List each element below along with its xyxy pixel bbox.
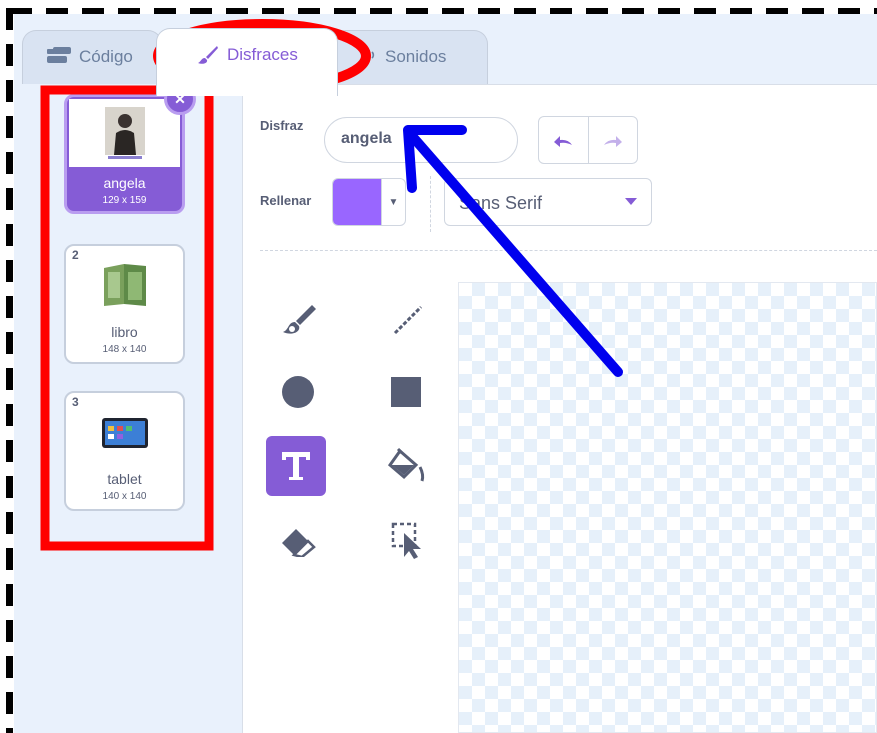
costume-name: tablet (107, 471, 142, 487)
costume-size: 148 x 140 (102, 344, 147, 355)
caret-down-icon (625, 198, 637, 205)
costume-thumbnail (66, 399, 183, 465)
brush-tool[interactable] (270, 290, 330, 350)
speaker-icon (361, 47, 377, 63)
font-dropdown-value: Sans Serif (459, 193, 543, 213)
line-tool[interactable] (378, 290, 438, 350)
paintbrush-icon (197, 45, 219, 65)
costume-name-input[interactable]: angela (324, 117, 518, 163)
costume-number: 1 (73, 99, 80, 113)
costume-item-libro[interactable]: 2 libro 148 x 140 (64, 244, 185, 364)
tab-code-label: Código (79, 47, 133, 66)
dashed-border-left (6, 8, 13, 733)
undo-icon (554, 136, 573, 147)
select-icon (391, 522, 421, 559)
paint-canvas[interactable] (458, 282, 877, 733)
fill-icon (387, 447, 425, 482)
scratch-editor: Código Sonidos Disfraces 1 angela 129 x … (14, 14, 877, 733)
rectangle-tool[interactable] (376, 362, 436, 422)
fill-color-swatch (333, 179, 381, 225)
code-blocks-icon (47, 47, 71, 63)
tab-costumes[interactable]: Disfraces (156, 28, 338, 96)
circle-tool[interactable] (268, 362, 328, 422)
undo-redo-group (538, 116, 638, 164)
circle-icon (282, 376, 314, 408)
costume-name-label: Disfraz (260, 118, 304, 133)
tab-sounds-label: Sonidos (385, 47, 447, 66)
toolbar-divider (430, 176, 431, 232)
eraser-icon (282, 529, 316, 557)
text-tool[interactable] (266, 436, 326, 496)
rectangle-icon (391, 377, 421, 407)
costume-list: 1 angela 129 x 159 ✕ 2 libro 148 x 140 3… (14, 83, 242, 733)
fill-color-picker[interactable]: ▼ (332, 178, 406, 226)
tab-costumes-label: Disfraces (227, 45, 298, 64)
redo-button[interactable] (589, 117, 638, 163)
costume-item-angela[interactable]: 1 angela 129 x 159 ✕ (64, 83, 196, 214)
select-tool[interactable] (378, 510, 438, 570)
font-dropdown[interactable]: Sans Serif (444, 178, 652, 226)
line-icon (393, 305, 423, 335)
costume-name: angela (103, 175, 146, 191)
costume-thumbnail (69, 99, 180, 167)
dashed-border-top (10, 8, 877, 14)
fill-tool[interactable] (376, 436, 436, 496)
text-icon (282, 452, 310, 480)
toolbar-divider-horizontal (260, 250, 877, 251)
eraser-tool[interactable] (268, 510, 328, 570)
redo-icon (603, 136, 622, 147)
screenshot-frame: Código Sonidos Disfraces 1 angela 129 x … (0, 0, 877, 733)
costume-size: 140 x 140 (102, 491, 147, 502)
undo-button[interactable] (539, 117, 589, 163)
costume-item-tablet[interactable]: 3 tablet 140 x 140 (64, 391, 185, 511)
fill-label: Rellenar (260, 193, 312, 208)
brush-icon (283, 305, 316, 334)
caret-down-icon: ▼ (381, 179, 405, 225)
costume-size: 129 x 159 (102, 195, 147, 206)
costume-name: libro (111, 324, 138, 340)
costume-thumbnail (66, 252, 183, 318)
